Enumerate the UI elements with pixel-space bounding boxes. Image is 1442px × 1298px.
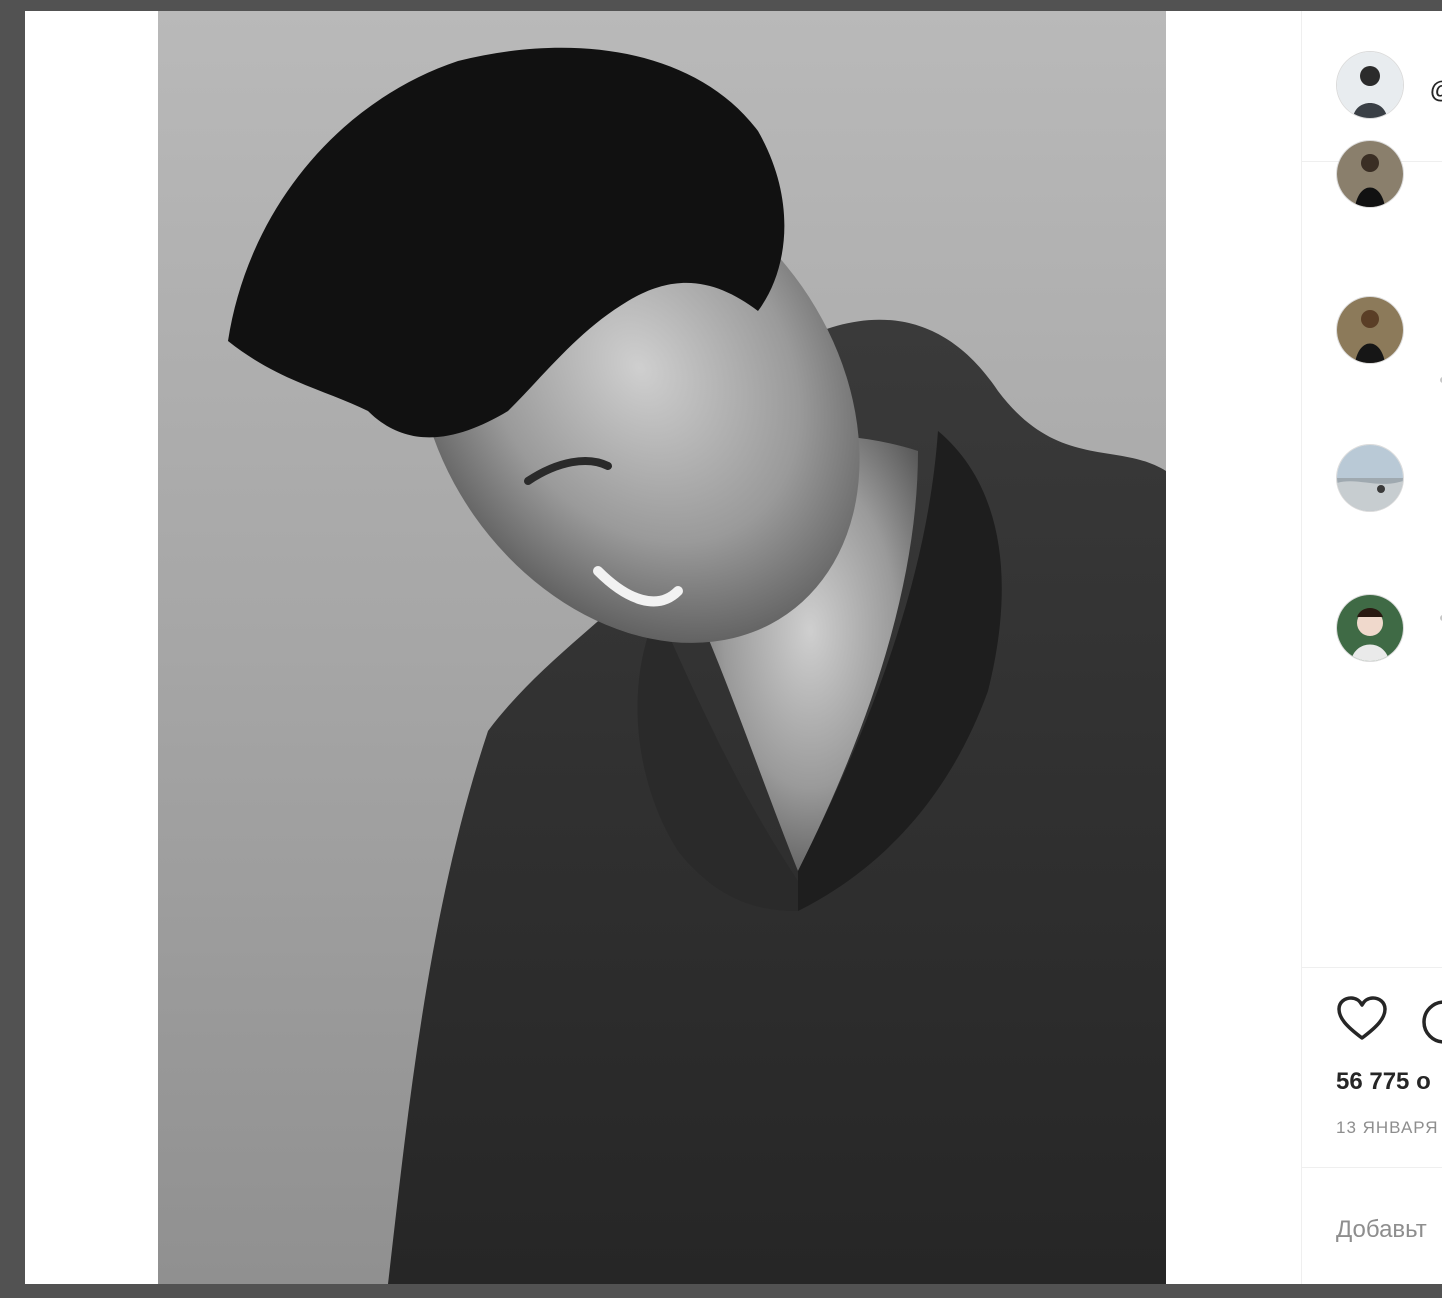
author-username[interactable]: @ — [1430, 77, 1442, 105]
heart-icon[interactable] — [1336, 996, 1388, 1042]
post-actions: 56 775 о 13 ЯНВАРЯ — [1302, 967, 1442, 1168]
commenter-avatar[interactable] — [1337, 297, 1403, 363]
portrait-image — [228, 47, 1166, 1284]
comment-item — [1337, 595, 1442, 675]
commenter-avatar[interactable] — [1337, 141, 1403, 207]
add-comment-input[interactable]: Добавьт — [1336, 1216, 1427, 1244]
post-sidebar: @ — [1301, 11, 1442, 1284]
post-date: 13 ЯНВАРЯ — [1336, 1118, 1439, 1137]
speech-bubble-icon[interactable] — [1420, 998, 1442, 1046]
comment-item — [1337, 297, 1442, 383]
post-modal: @ — [25, 11, 1442, 1284]
commenter-avatar[interactable] — [1337, 445, 1403, 511]
add-comment-bar: Добавьт — [1302, 1167, 1442, 1284]
likes-count[interactable]: 56 775 о — [1336, 1068, 1431, 1096]
author-avatar[interactable] — [1337, 52, 1403, 118]
comment-item — [1337, 445, 1437, 525]
media-area — [25, 11, 1301, 1284]
commenter-avatar[interactable] — [1337, 595, 1403, 661]
post-photo[interactable] — [158, 11, 1166, 1284]
comment-item — [1337, 141, 1437, 241]
post-header: @ — [1302, 11, 1442, 162]
